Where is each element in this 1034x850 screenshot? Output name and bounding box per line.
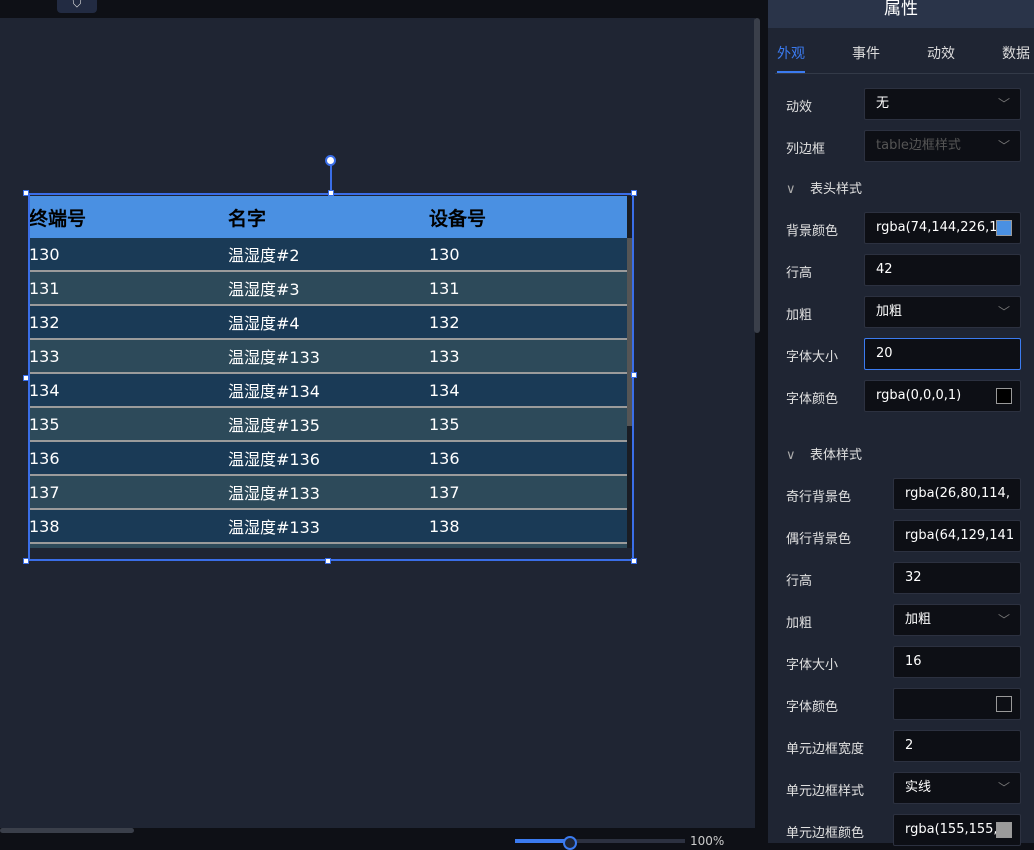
h-bold-select[interactable]: 加粗 ﹀ <box>864 296 1021 328</box>
h-bg-input[interactable]: rgba(74,144,226,1) <box>864 212 1021 244</box>
h-bold-label: 加粗 <box>786 308 813 323</box>
chevron-down-icon: ﹀ <box>997 305 1010 319</box>
tab-animation[interactable]: 动效 <box>927 43 955 63</box>
cbc-label: 单元边框颜色 <box>786 826 865 841</box>
zoom-slider-handle[interactable] <box>563 836 577 850</box>
b-bold-label: 加粗 <box>786 616 813 631</box>
b-fc-label: 字体颜色 <box>786 700 839 715</box>
resize-handle-e[interactable] <box>631 372 637 378</box>
cbs-value: 实线 <box>905 780 932 795</box>
b-fs-input[interactable]: 16 <box>893 646 1021 678</box>
color-swatch[interactable] <box>996 388 1012 404</box>
odd-label: 奇行背景色 <box>786 490 852 505</box>
cbs-label: 单元边框样式 <box>786 784 865 799</box>
cbc-value: rgba(155,155, <box>905 822 998 837</box>
colborder-select[interactable]: table边框样式 ﹀ <box>864 130 1021 162</box>
anim-select[interactable]: 无 ﹀ <box>864 88 1021 120</box>
cbs-select[interactable]: 实线 ﹀ <box>893 772 1021 804</box>
chevron-down-icon: ﹀ <box>997 139 1010 153</box>
zoom-label: 100% <box>690 834 725 848</box>
chevron-down-icon: ﹀ <box>997 781 1010 795</box>
resize-handle-nw[interactable] <box>23 190 29 196</box>
h-rowh-label: 行高 <box>786 266 813 281</box>
even-value: rgba(64,129,141 <box>905 528 1015 543</box>
colborder-label: 列边框 <box>786 142 826 157</box>
rotate-line <box>330 165 332 193</box>
h-fc-input[interactable]: rgba(0,0,0,1) <box>864 380 1021 412</box>
canvas-vertical-scrollbar[interactable] <box>754 18 760 333</box>
section-title: 表体样式 <box>810 448 863 463</box>
b-bold-select[interactable]: 加粗 ﹀ <box>893 604 1021 636</box>
h-bg-value: rgba(74,144,226,1) <box>876 220 1003 235</box>
rotate-handle[interactable] <box>325 155 336 166</box>
selection-box <box>28 193 634 561</box>
pin-button[interactable]: ⛉ <box>57 0 97 13</box>
body-style-section[interactable]: ∨ 表体样式 <box>786 444 862 463</box>
b-bold-value: 加粗 <box>905 612 932 627</box>
resize-handle-sw[interactable] <box>23 558 29 564</box>
panel-title: 属性 <box>768 0 1034 28</box>
h-fs-input[interactable]: 20 <box>864 338 1021 370</box>
even-label: 偶行背景色 <box>786 532 852 547</box>
canvas-horizontal-scrollbar[interactable] <box>0 828 134 833</box>
resize-handle-s[interactable] <box>325 558 331 564</box>
h-rowh-input[interactable]: 42 <box>864 254 1021 286</box>
h-bold-value: 加粗 <box>876 304 903 319</box>
resize-handle-n[interactable] <box>328 190 334 196</box>
b-rowh-label: 行高 <box>786 574 813 589</box>
section-title: 表头样式 <box>810 182 863 197</box>
tab-data[interactable]: 数据 <box>1002 43 1030 63</box>
pin-icon: ⛉ <box>72 0 82 10</box>
h-fs-label: 字体大小 <box>786 350 839 365</box>
chevron-down-icon: ∨ <box>786 448 796 463</box>
anim-label: 动效 <box>786 100 813 115</box>
anim-value: 无 <box>876 96 890 111</box>
cbw-input[interactable]: 2 <box>893 730 1021 762</box>
tab-appearance[interactable]: 外观 <box>777 43 805 63</box>
chevron-down-icon: ∨ <box>786 182 796 197</box>
tab-events[interactable]: 事件 <box>852 43 880 63</box>
odd-value: rgba(26,80,114, <box>905 486 1010 501</box>
resize-handle-ne[interactable] <box>631 190 637 196</box>
color-swatch[interactable] <box>996 220 1012 236</box>
b-rowh-input[interactable]: 32 <box>893 562 1021 594</box>
h-fc-label: 字体颜色 <box>786 392 839 407</box>
cbc-input[interactable]: rgba(155,155, <box>893 814 1021 846</box>
b-fs-label: 字体大小 <box>786 658 839 673</box>
tab-divider <box>775 73 1034 74</box>
top-toolbar <box>0 0 768 18</box>
header-style-section[interactable]: ∨ 表头样式 <box>786 178 862 197</box>
resize-handle-se[interactable] <box>631 558 637 564</box>
colborder-placeholder: table边框样式 <box>876 138 961 153</box>
cbw-label: 单元边框宽度 <box>786 742 865 757</box>
even-input[interactable]: rgba(64,129,141 <box>893 520 1021 552</box>
b-fc-input[interactable] <box>893 688 1021 720</box>
odd-input[interactable]: rgba(26,80,114, <box>893 478 1021 510</box>
chevron-down-icon: ﹀ <box>997 97 1010 111</box>
color-swatch[interactable] <box>996 822 1012 838</box>
h-fc-value: rgba(0,0,0,1) <box>876 388 962 403</box>
resize-handle-w[interactable] <box>23 375 29 381</box>
h-bg-label: 背景颜色 <box>786 224 839 239</box>
zoom-slider-fill <box>515 839 570 843</box>
chevron-down-icon: ﹀ <box>997 613 1010 627</box>
color-swatch[interactable] <box>996 696 1012 712</box>
